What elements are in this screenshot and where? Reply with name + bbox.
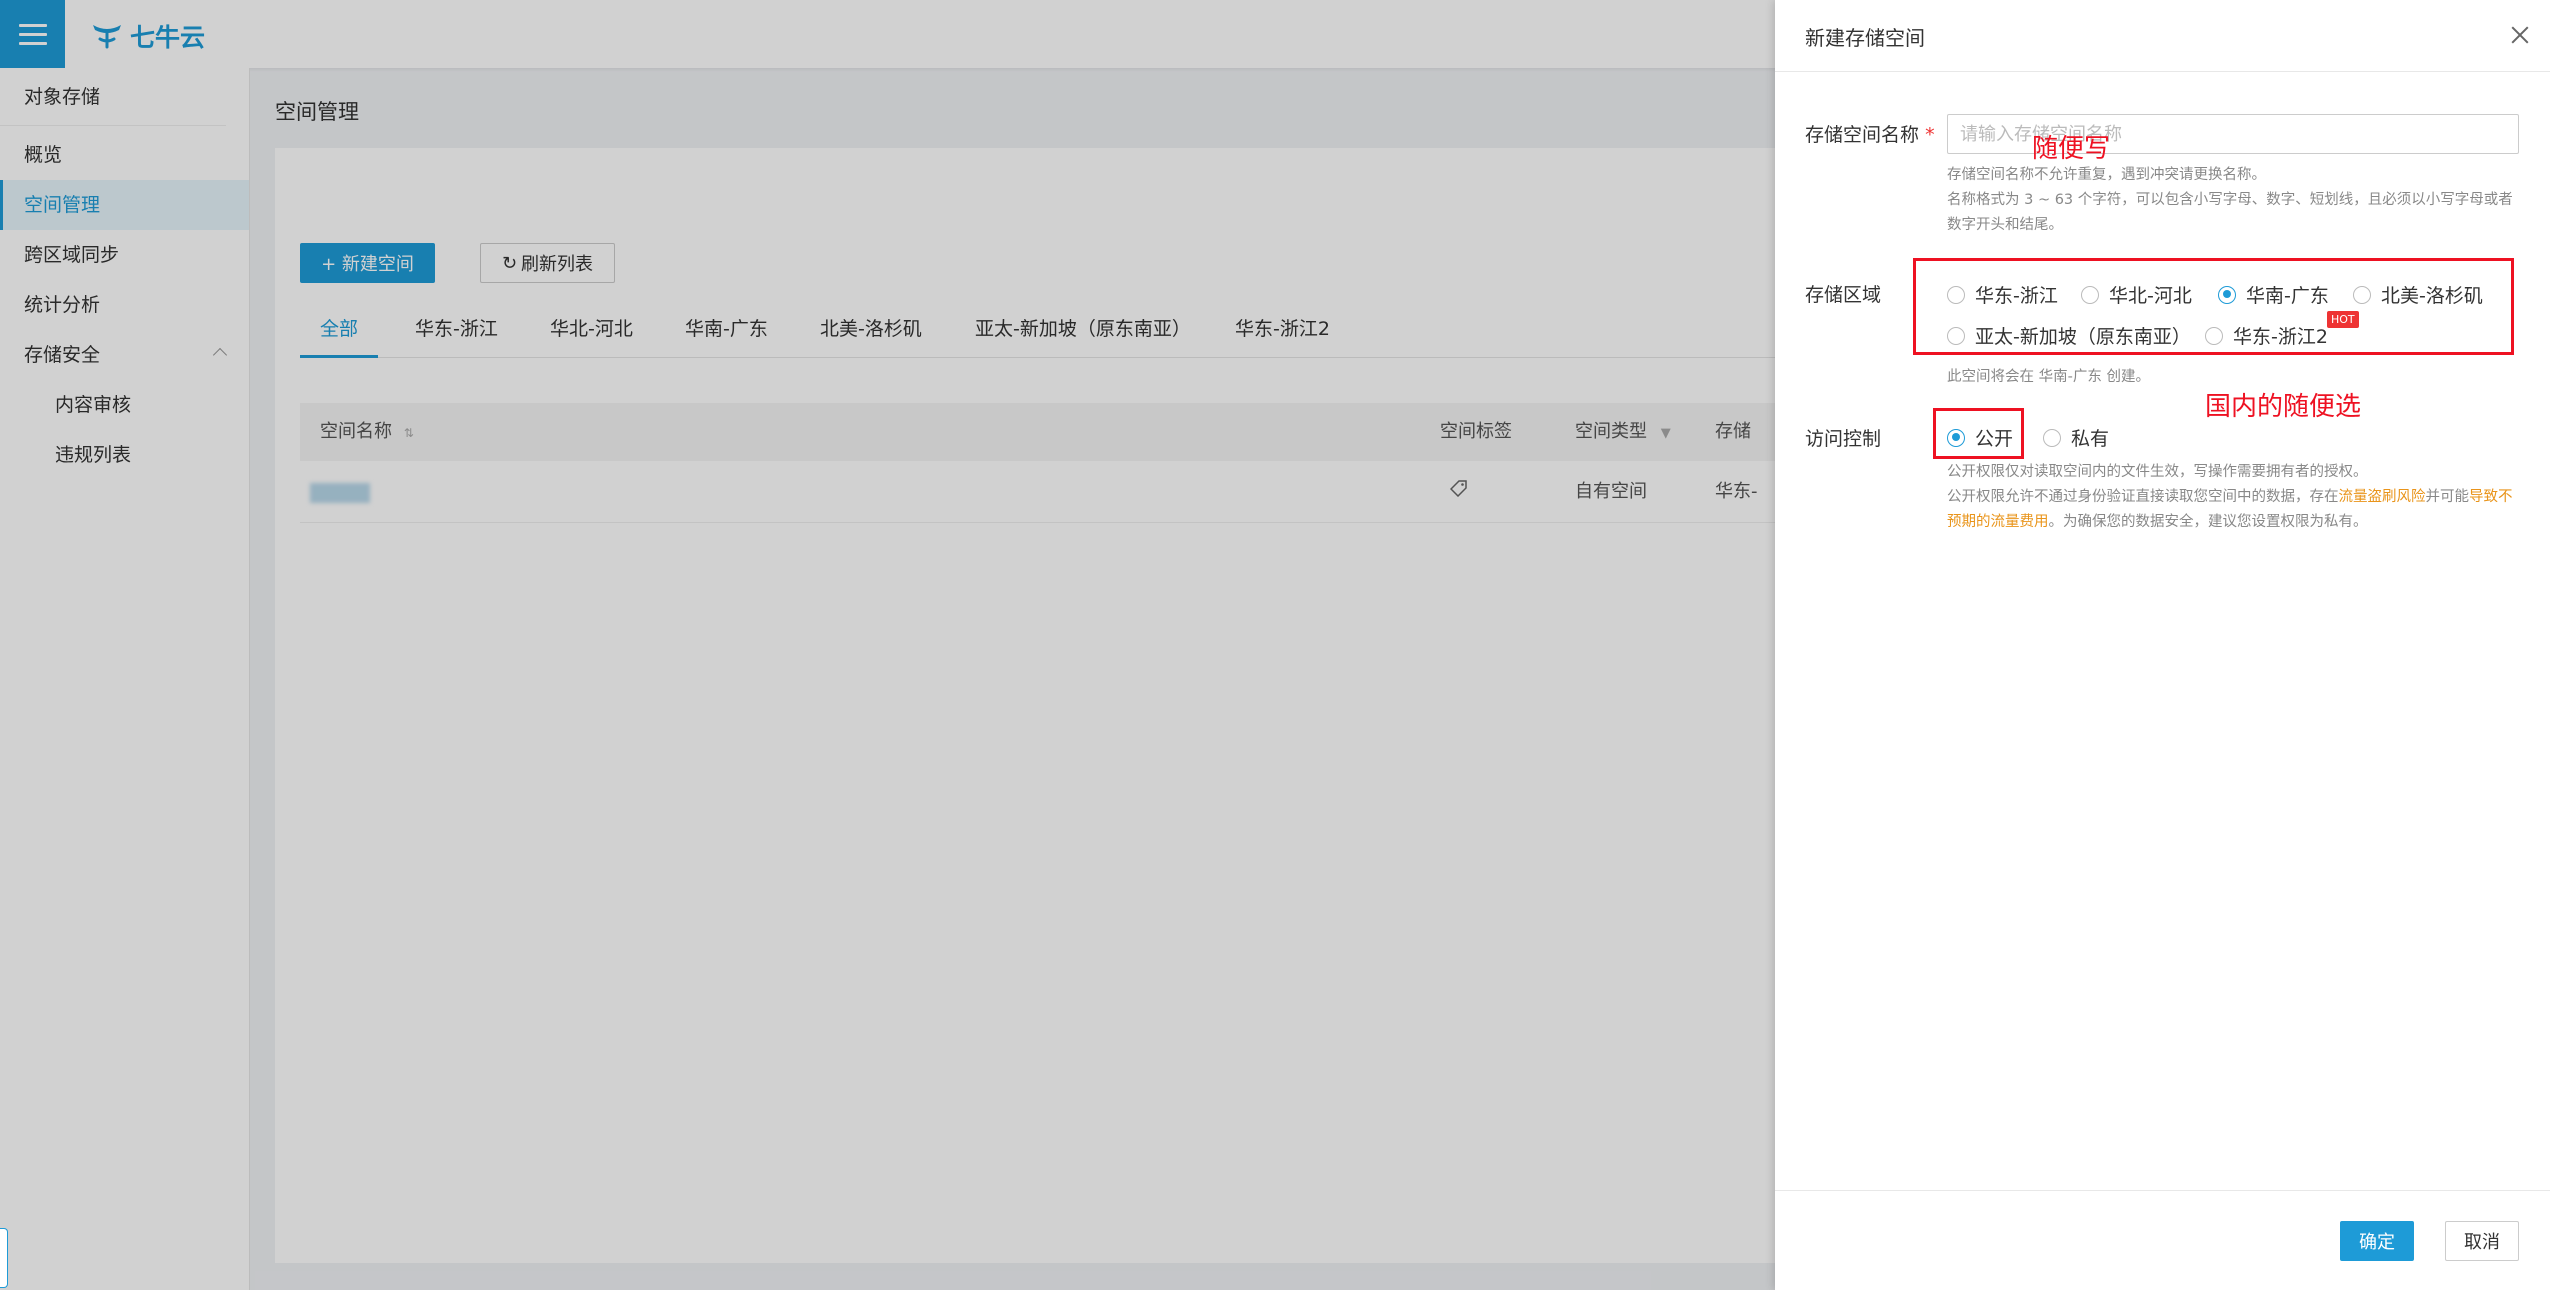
radio-public[interactable]: 公开 xyxy=(1947,424,2013,451)
hint-text: 公开权限允许不通过身份验证直接读取您空间中的数据，存在 xyxy=(1947,489,2339,505)
label-text: 存储空间名称 xyxy=(1805,124,1920,146)
radio-label: 亚太-新加坡（原东南亚） xyxy=(1975,326,2191,348)
confirm-button[interactable]: 确定 xyxy=(2340,1221,2414,1261)
radio-huabei-hebei[interactable]: 华北-河北 xyxy=(2081,281,2192,308)
close-icon[interactable] xyxy=(2509,24,2531,46)
radio-icon xyxy=(2043,428,2061,447)
bucket-name-hint-1: 存储空间名称不允许重复，遇到冲突请更换名称。 xyxy=(1947,167,2266,183)
radio-selected-icon xyxy=(2218,285,2236,304)
radio-label: 北美-洛杉矶 xyxy=(2381,285,2483,307)
drawer-title: 新建存储空间 xyxy=(1805,26,1925,50)
required-mark: * xyxy=(1925,124,1935,146)
radio-label: 华南-广东 xyxy=(2246,285,2329,307)
radio-label: 私有 xyxy=(2071,428,2110,450)
radio-private[interactable]: 私有 xyxy=(2043,424,2109,451)
annotation-region-note: 国内的随便选 xyxy=(2205,392,2362,422)
modal-overlay[interactable] xyxy=(0,0,1775,1290)
radio-icon xyxy=(2205,326,2223,345)
radio-label: 公开 xyxy=(1975,428,2014,450)
cancel-button[interactable]: 取消 xyxy=(2445,1221,2519,1261)
feedback-tab[interactable] xyxy=(0,1228,8,1288)
hot-badge: HOT xyxy=(2327,311,2359,328)
radio-huadong-zhejiang[interactable]: 华东-浙江 xyxy=(1947,281,2058,308)
access-hint-2: 公开权限允许不通过身份验证直接读取您空间中的数据，存在流量盗刷风险并可能导致不预… xyxy=(1947,485,2522,535)
radio-huanan-guangdong[interactable]: 华南-广东 xyxy=(2218,281,2329,308)
access-hint-1: 公开权限仅对读取空间内的文件生效，写操作需要拥有者的授权。 xyxy=(1947,464,2368,480)
bucket-name-label: 存储空间名称 * xyxy=(1805,120,1935,147)
create-bucket-drawer: 新建存储空间 存储空间名称 * 随便写 存储空间名称不允许重复，遇到冲突请更换名… xyxy=(1775,0,2550,1290)
access-control-label: 访问控制 xyxy=(1805,428,1882,450)
radio-label: 华东-浙江 xyxy=(1975,285,2058,307)
radio-icon xyxy=(2081,285,2099,304)
radio-label: 华东-浙江2 xyxy=(2233,326,2328,348)
radio-icon xyxy=(1947,285,1965,304)
drawer-header: 新建存储空间 xyxy=(1775,0,2550,72)
hint-text: 并可能 xyxy=(2425,489,2470,505)
drawer-footer: 确定 取消 xyxy=(1775,1190,2550,1290)
radio-huadong-zhejiang2[interactable]: 华东-浙江2 xyxy=(2205,322,2328,349)
radio-selected-icon xyxy=(1947,428,1965,447)
hint-text: 。为确保您的数据安全，建议您设置权限为私有。 xyxy=(2048,514,2368,530)
annotation-name-note: 随便写 xyxy=(2032,134,2111,164)
radio-icon xyxy=(2353,285,2371,304)
radio-icon xyxy=(1947,326,1965,345)
traffic-risk-link[interactable]: 流量盗刷风险 xyxy=(2339,489,2426,505)
radio-label: 华北-河北 xyxy=(2109,285,2192,307)
region-label: 存储区域 xyxy=(1805,284,1882,306)
radio-yatai-xinjiapo[interactable]: 亚太-新加坡（原东南亚） xyxy=(1947,322,2191,349)
radio-beimei-luoshanji[interactable]: 北美-洛杉矶 xyxy=(2353,281,2483,308)
bucket-name-hint-2: 名称格式为 3 ~ 63 个字符，可以包含小写字母、数字、短划线，且必须以小写字… xyxy=(1947,192,2513,233)
